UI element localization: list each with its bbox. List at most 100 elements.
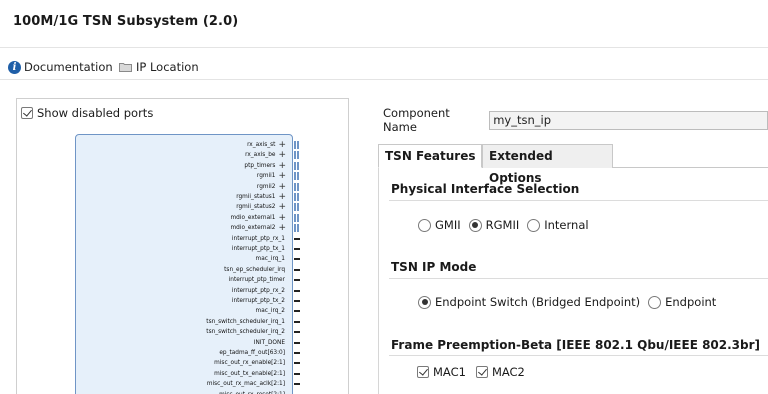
port-label: misc_out_tx_enable[2:1] <box>214 370 285 377</box>
expand-port-icon[interactable]: + <box>278 141 286 150</box>
port-label: rx_axis_be <box>245 152 276 159</box>
component-name-input[interactable] <box>489 110 768 130</box>
tab-content: Physical Interface Selection GMII RGMII … <box>378 168 768 394</box>
port-pin <box>294 237 300 240</box>
port-label: INIT_DONE <box>253 339 285 346</box>
port-label: rx_axis_st <box>247 142 276 148</box>
bus-interface-icon <box>294 151 299 160</box>
expand-port-icon[interactable]: + <box>278 172 286 181</box>
port-pin <box>294 331 300 334</box>
port-7: mdio_external1 + <box>231 213 288 223</box>
port-label: mac_irq_2 <box>255 308 285 315</box>
section-divider <box>389 278 768 279</box>
physical-interface-options: GMII RGMII Internal <box>418 218 597 232</box>
port-11: mac_irq_1 <box>256 254 288 264</box>
port-label: tsn_switch_scheduler_irq_1 <box>206 318 285 325</box>
port-19: INIT_DONE <box>254 338 288 348</box>
checkbox-option-mac2[interactable]: MAC2 <box>475 365 525 379</box>
radio-option-endpoint[interactable]: Endpoint <box>648 295 716 309</box>
title-bar: 100M/1G TSN Subsystem (2.0) <box>0 0 768 48</box>
bus-interface-icon <box>294 172 299 181</box>
expand-port-icon[interactable]: + <box>278 193 286 202</box>
port-pin <box>294 279 300 282</box>
port-8: mdio_external2 + <box>231 223 288 233</box>
port-label: rgmii_status2 <box>236 204 276 211</box>
radio-gmii-label: GMII <box>435 218 461 232</box>
radio-option-gmii[interactable]: GMII <box>418 218 461 232</box>
port-4: rgmii2 + <box>257 182 288 192</box>
ip-location-link[interactable]: IP Location <box>119 60 199 74</box>
port-pin <box>294 362 300 365</box>
expand-port-icon[interactable]: + <box>278 161 286 170</box>
port-pin <box>294 300 300 302</box>
port-16: mac_irq_2 <box>256 306 288 316</box>
bus-interface-icon <box>294 182 299 191</box>
radio-gmii[interactable] <box>418 218 431 232</box>
ip-symbol-panel: Show disabled ports rx_axis_st + rx_axis_b… <box>16 98 349 394</box>
port-pin <box>294 320 300 323</box>
radio-option-rgmii[interactable]: RGMII <box>468 218 519 232</box>
radio-internal-label: Internal <box>544 218 589 232</box>
bus-interface-icon <box>294 141 299 149</box>
port-2: ptp_timers + <box>244 161 288 171</box>
port-label: mdio_external1 <box>230 214 276 221</box>
config-panel: Component Name TSN Features Extended Opt… <box>370 98 768 394</box>
documentation-label: Documentation <box>24 60 113 74</box>
frame-preemption-title: Frame Preemption-Beta [IEEE 802.1 Qbu/IE… <box>391 338 761 352</box>
show-disabled-ports-checkbox[interactable] <box>21 107 33 119</box>
radio-endpoint-label: Endpoint <box>665 295 717 309</box>
frame-preemption-macs: MAC1 MAC2 <box>417 365 535 379</box>
ip-location-label: IP Location <box>136 60 199 74</box>
port-label: misc_out_rx_enable[2:1] <box>214 360 285 367</box>
port-pin <box>294 310 300 313</box>
expand-port-icon[interactable]: + <box>278 182 286 191</box>
radio-option-internal[interactable]: Internal <box>527 218 589 232</box>
port-21: misc_out_rx_enable[2:1] <box>214 358 288 368</box>
checkbox-mac1[interactable] <box>417 366 429 378</box>
port-22: misc_out_tx_enable[2:1] <box>214 369 288 379</box>
port-pin <box>294 248 300 250</box>
show-disabled-ports-toggle[interactable]: Show disabled ports <box>21 106 153 120</box>
documentation-link[interactable]: i Documentation <box>8 60 113 74</box>
port-pin <box>294 258 300 261</box>
expand-port-icon[interactable]: + <box>278 151 286 160</box>
component-name-label: Component Name <box>383 106 450 134</box>
expand-port-icon[interactable]: + <box>278 203 286 212</box>
section-divider <box>389 355 768 356</box>
bus-interface-icon <box>294 161 299 170</box>
port-label: misc_out_rx_mac_aclk[2:1] <box>206 381 285 388</box>
port-pin <box>294 352 300 354</box>
checkbox-mac2[interactable] <box>475 366 488 378</box>
bus-interface-icon <box>294 203 299 212</box>
port-9: interrupt_ptp_rx_1 <box>232 234 288 244</box>
port-6: rgmii_status2 + <box>236 202 288 212</box>
tab-tsn-features[interactable]: TSN Features <box>378 144 483 168</box>
radio-internal[interactable] <box>527 218 541 232</box>
expand-port-icon[interactable]: + <box>278 213 286 222</box>
checkbox-option-mac1[interactable]: MAC1 <box>417 365 466 379</box>
info-icon: i <box>8 60 21 74</box>
expand-port-icon[interactable]: + <box>278 224 286 233</box>
radio-endpoint-switch[interactable] <box>418 295 431 309</box>
port-label: tsn_switch_scheduler_irq_2 <box>206 329 285 336</box>
tab-extended-options[interactable]: Extended Options <box>482 144 613 185</box>
port-label: interrupt_ptp_tx_1 <box>231 246 285 252</box>
port-label: rgmii2 <box>256 183 276 190</box>
port-0: rx_axis_st + <box>247 140 288 150</box>
checkbox-mac1-label: MAC1 <box>433 365 466 379</box>
port-label: ptp_timers <box>244 162 276 169</box>
port-pin <box>294 341 300 344</box>
tsn-ip-mode-options: Endpoint Switch (Bridged Endpoint) Endpo… <box>418 295 724 309</box>
ip-symbol-block: rx_axis_st + rx_axis_be + ptp_timers + rgmii1 +… <box>75 134 300 394</box>
radio-option-endpoint-switch[interactable]: Endpoint Switch (Bridged Endpoint) <box>418 295 640 309</box>
section-divider <box>389 200 768 201</box>
folder-icon <box>119 63 132 72</box>
port-20: ep_tadma_ff_out[63:0] <box>219 348 288 358</box>
port-label: ep_tadma_ff_out[63:0] <box>219 350 285 356</box>
bus-interface-icon <box>294 224 299 233</box>
port-pin <box>294 268 300 271</box>
show-disabled-ports-label: Show disabled ports <box>37 106 154 120</box>
radio-endpoint[interactable] <box>648 295 662 309</box>
radio-rgmii[interactable] <box>468 218 482 232</box>
port-label: mdio_external2 <box>230 225 276 232</box>
